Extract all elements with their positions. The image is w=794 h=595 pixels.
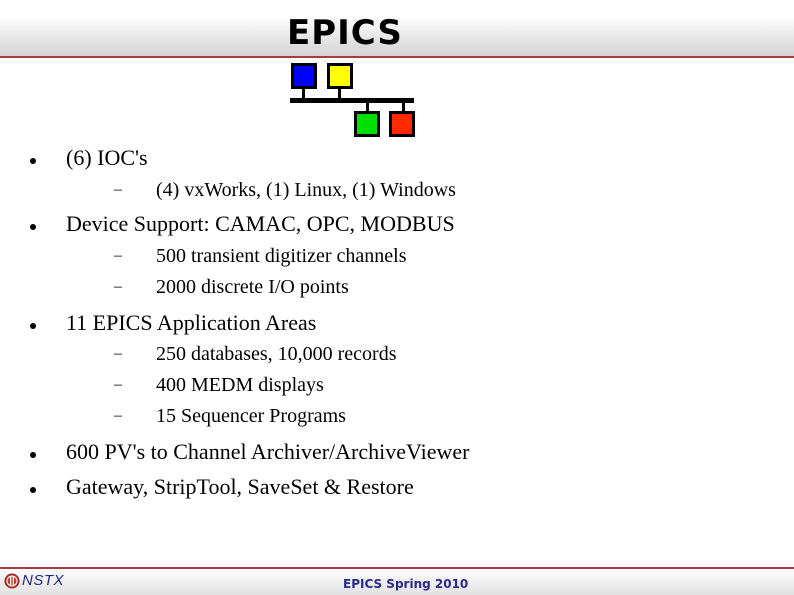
dash-bullet-icon: –	[114, 181, 122, 198]
node-blue	[291, 63, 317, 89]
bullet-text: Gateway, StripTool, SaveSet & Restore	[66, 474, 414, 499]
epics-logo-title: EPICS	[287, 13, 403, 53]
dash-bullet-icon: –	[114, 278, 122, 295]
footer-logo: NSTX	[4, 572, 64, 589]
bullet-text: Device Support: CAMAC, OPC, MODBUS	[66, 211, 455, 236]
node-green	[354, 111, 380, 137]
dash-bullet-icon: –	[114, 345, 122, 362]
sub-bullet-text: 2000 discrete I/O points	[156, 276, 349, 298]
network-bus	[290, 98, 414, 103]
bullet-dot-icon	[30, 487, 36, 493]
bullet-text: 600 PV's to Channel Archiver/ArchiveView…	[66, 439, 470, 464]
sub-bullet-text: 400 MEDM displays	[156, 374, 324, 396]
bullet-dot-icon	[30, 323, 36, 329]
nstx-logo-icon	[4, 573, 20, 588]
node-red	[389, 111, 415, 137]
bullet-dot-icon	[30, 158, 36, 164]
sub-bullet-text: (4) vxWorks, (1) Linux, (1) Windows	[156, 179, 456, 201]
node-yellow	[327, 63, 353, 89]
bullet-text: 11 EPICS Application Areas	[66, 310, 317, 335]
header-divider	[0, 56, 794, 58]
bullet-dot-icon	[30, 452, 36, 458]
dash-bullet-icon: –	[114, 407, 122, 424]
bullet-text: (6) IOC's	[66, 145, 148, 170]
sub-bullet-text: 250 databases, 10,000 records	[156, 343, 397, 365]
dash-bullet-icon: –	[114, 247, 122, 264]
sub-bullet-text: 500 transient digitizer channels	[156, 245, 407, 267]
bullet-dot-icon	[30, 224, 36, 230]
footer-title: EPICS Spring 2010	[343, 577, 469, 591]
dash-bullet-icon: –	[114, 376, 122, 393]
sub-bullet-text: 15 Sequencer Programs	[156, 405, 346, 427]
network-nodes-icon	[287, 60, 417, 140]
footer-logo-text: NSTX	[22, 572, 65, 589]
